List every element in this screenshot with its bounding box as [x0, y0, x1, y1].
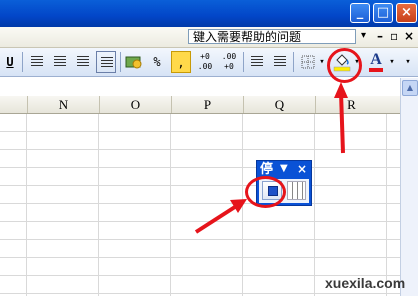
column-header-n[interactable]: N	[27, 96, 99, 113]
toolbar-separator	[293, 52, 294, 72]
comma-style-button[interactable]: ,	[171, 51, 191, 73]
borders-dropdown[interactable]: ▾	[317, 51, 327, 73]
sheet-top-strip	[0, 78, 418, 96]
toolbar-separator	[22, 52, 23, 72]
highlight-circle-fill-color	[327, 48, 362, 83]
watermark: xuexila.com	[325, 275, 406, 291]
window-title-bar: _ □ ×	[0, 0, 418, 27]
font-color-label: A	[370, 51, 382, 68]
column-header-o[interactable]: O	[99, 96, 171, 113]
merge-center-button[interactable]	[96, 51, 116, 73]
align-left-button[interactable]	[27, 51, 47, 73]
toolbar-separator	[120, 52, 121, 72]
column-header-r[interactable]: R	[315, 96, 387, 113]
currency-button[interactable]	[124, 51, 144, 73]
window-maximize-button[interactable]: □	[373, 3, 393, 23]
increase-decimal-sublabel: .00	[197, 62, 213, 71]
merge-center-icon	[101, 57, 113, 68]
cell-grid[interactable]	[0, 114, 418, 296]
workbook-close-button[interactable]: ×	[404, 28, 414, 44]
workbook-minimize-button[interactable]: –	[377, 28, 383, 44]
relative-reference-button[interactable]	[287, 181, 306, 200]
help-dropdown-icon[interactable]: ▾	[361, 30, 366, 41]
align-center-button[interactable]	[50, 51, 70, 73]
column-header-p[interactable]: P	[171, 96, 243, 113]
decrease-decimal-label: .00	[221, 52, 237, 61]
borders-icon	[301, 55, 315, 69]
font-color-dropdown[interactable]: ▾	[387, 51, 397, 73]
increase-indent-icon	[274, 56, 286, 67]
window-close-button[interactable]: ×	[396, 3, 417, 23]
currency-icon	[125, 56, 142, 69]
font-color-swatch	[369, 68, 383, 72]
decrease-indent-button[interactable]	[247, 51, 267, 73]
align-right-button[interactable]	[73, 51, 93, 73]
increase-decimal-label: +0	[200, 52, 210, 61]
increase-decimal-button[interactable]: +0 .00	[194, 51, 216, 73]
underline-button[interactable]: U	[0, 51, 20, 73]
menu-bar: 键入需要帮助的问题 ▾ – ▫ ×	[0, 27, 418, 48]
column-header-q[interactable]: Q	[243, 96, 315, 113]
align-right-icon	[77, 56, 89, 67]
percent-button[interactable]: %	[147, 51, 167, 73]
increase-indent-button[interactable]	[270, 51, 290, 73]
window-minimize-button[interactable]: _	[350, 3, 370, 23]
column-headers: N O P Q R	[0, 96, 418, 114]
font-color-button[interactable]: A	[366, 51, 386, 73]
borders-button[interactable]	[298, 51, 318, 73]
workbook-restore-button[interactable]: ▫	[390, 28, 398, 44]
worksheet: N O P Q R ▲	[0, 78, 418, 296]
scroll-up-arrow-icon[interactable]: ▲	[402, 80, 418, 96]
decrease-decimal-sublabel: +0	[224, 62, 234, 71]
decrease-decimal-button[interactable]: .00 +0	[218, 51, 240, 73]
toolbar-options-button[interactable]: ▾	[402, 51, 414, 73]
toolbar-separator	[243, 52, 244, 72]
highlight-circle-stop-button	[245, 176, 286, 208]
align-center-icon	[54, 56, 66, 67]
decrease-indent-icon	[251, 56, 263, 67]
stop-toolbar-close-button[interactable]: ×	[297, 162, 307, 177]
toolbar-menu-arrow-icon[interactable]: ▼	[280, 163, 288, 174]
align-left-icon	[31, 56, 43, 67]
vertical-scrollbar[interactable]: ▲	[400, 78, 418, 296]
help-question-input[interactable]: 键入需要帮助的问题	[188, 29, 356, 44]
